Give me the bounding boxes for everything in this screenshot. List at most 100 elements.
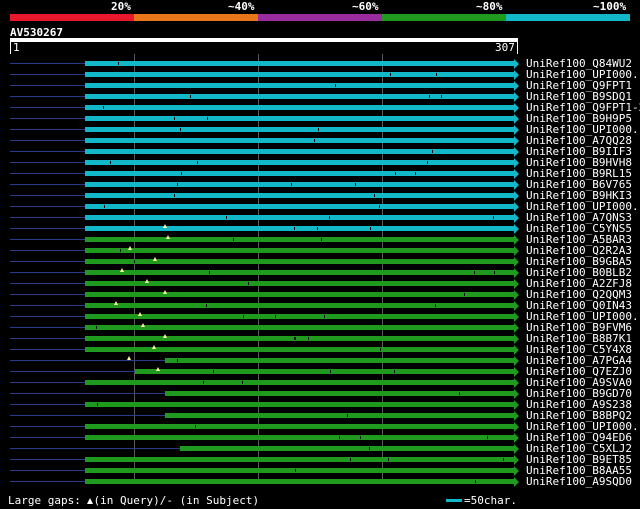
subject-gap-mark: [494, 271, 495, 274]
scale-label: =50char.: [464, 494, 517, 507]
alignment-segment: [180, 446, 514, 451]
subject-gap-mark: [347, 414, 348, 417]
subject-gap-mark: [321, 238, 322, 241]
subject-gap-mark: [395, 172, 396, 175]
unaligned-region: [10, 305, 85, 306]
subject-gap-mark: [503, 458, 504, 461]
subject-gap-mark: [275, 315, 276, 318]
subject-gap-mark: [243, 315, 244, 318]
subject-gap-mark: [493, 216, 494, 219]
query-gap-triangle-icon: [153, 257, 157, 261]
subject-gap-mark: [213, 370, 214, 373]
alignment-segment: [85, 435, 514, 440]
footer-dash: -: [166, 494, 173, 507]
unaligned-region: [10, 140, 85, 141]
alignment-segment: [85, 149, 514, 154]
subject-gap-mark: [432, 150, 433, 153]
legend-band-5: [506, 14, 630, 21]
subject-gap-mark: [207, 117, 208, 120]
subject-gap-mark: [464, 293, 465, 296]
arrow-right-icon: [514, 114, 519, 124]
unaligned-region: [10, 470, 85, 471]
query-gap-triangle-icon: [138, 312, 142, 316]
arrow-right-icon: [514, 103, 519, 113]
subject-gap-mark: [350, 458, 351, 461]
footer-in-query: (in Query)/: [93, 494, 167, 507]
alignment-segment: [85, 138, 514, 143]
query-bar: [10, 38, 518, 42]
subject-gap-mark: [370, 227, 371, 230]
subject-gap-mark: [206, 304, 207, 307]
footer-gap-legend: Large gaps: (in Query)/- (in Subject): [8, 494, 259, 507]
query-gap-triangle-icon: [163, 334, 167, 338]
subject-gap-mark: [174, 117, 175, 120]
arrow-right-icon: [514, 301, 519, 311]
unaligned-region: [10, 195, 85, 196]
subject-gap-mark: [177, 183, 178, 186]
unaligned-region: [10, 272, 85, 273]
legend-band-4: [382, 14, 506, 21]
alignment-segment: [85, 127, 514, 132]
alignment-segment: [165, 413, 514, 418]
scale-bar: [446, 499, 462, 502]
arrow-right-icon: [514, 345, 519, 355]
subject-gap-mark: [97, 403, 98, 406]
subject-gap-mark: [427, 161, 428, 164]
alignment-segment: [85, 468, 514, 473]
unaligned-region: [10, 404, 85, 405]
subject-gap-mark: [180, 128, 181, 131]
alignment-segment: [85, 83, 514, 88]
subject-gap-mark: [355, 183, 356, 186]
legend-label-3: ~60%: [352, 0, 379, 13]
alignment-segment: [165, 391, 514, 396]
unaligned-region: [10, 173, 85, 174]
arrow-right-icon: [514, 191, 519, 201]
subject-gap-mark: [120, 249, 121, 252]
query-gap-triangle-icon: [120, 268, 124, 272]
alignment-segment: [85, 457, 514, 462]
subject-gap-mark: [435, 304, 436, 307]
hit-row[interactable]: UniRef100_A9SQD0: [0, 475, 640, 488]
unaligned-region: [10, 459, 85, 460]
query-gap-triangle-icon: [145, 279, 149, 283]
unaligned-region: [10, 360, 165, 361]
legend-band-3: [258, 14, 382, 21]
alignment-segment: [85, 424, 514, 429]
unaligned-region: [10, 327, 85, 328]
legend-band-1: [10, 14, 134, 21]
arrow-right-icon: [514, 477, 519, 487]
subject-gap-mark: [294, 227, 295, 230]
alignment-segment: [85, 325, 514, 330]
arrow-right-icon: [514, 180, 519, 190]
subject-gap-mark: [177, 359, 178, 362]
subject-gap-mark: [459, 392, 460, 395]
subject-gap-mark: [110, 161, 111, 164]
subject-gap-mark: [197, 161, 198, 164]
arrow-right-icon: [514, 378, 519, 388]
alignment-segment: [85, 270, 514, 275]
subject-gap-mark: [369, 447, 370, 450]
alignment-segment: [85, 171, 514, 176]
subject-gap-mark: [203, 381, 204, 384]
unaligned-region: [10, 63, 85, 64]
alignment-segment: [85, 182, 514, 187]
unaligned-region: [10, 250, 85, 251]
subject-gap-mark: [295, 337, 296, 340]
subject-gap-mark: [233, 238, 234, 241]
alignment-segment: [135, 369, 514, 374]
arrow-right-icon: [514, 147, 519, 157]
subject-gap-mark: [103, 106, 104, 109]
subject-gap-mark: [379, 205, 380, 208]
legend-label-4: ~80%: [476, 0, 503, 13]
arrow-right-icon: [514, 257, 519, 267]
alignment-segment: [85, 292, 514, 297]
query-gap-triangle-icon: [128, 246, 132, 250]
arrow-right-icon: [514, 312, 519, 322]
legend-band-2: [134, 14, 258, 21]
ruler-end-label: 307: [495, 41, 515, 54]
subject-gap-mark: [475, 480, 476, 483]
subject-gap-mark: [388, 458, 389, 461]
hit-name-link[interactable]: UniRef100_A9SQD0: [526, 475, 632, 488]
subject-gap-mark: [96, 326, 97, 329]
alignment-segment: [85, 105, 514, 110]
